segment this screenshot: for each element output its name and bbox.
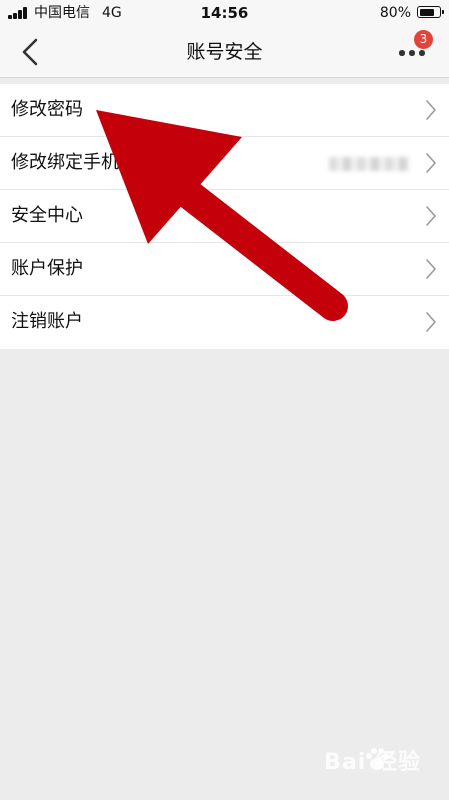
battery-percent: 80% bbox=[379, 5, 411, 21]
chevron-right-icon bbox=[426, 312, 436, 332]
chevron-right-icon bbox=[426, 153, 436, 173]
list-item-security-center[interactable]: 安全中心 bbox=[0, 190, 449, 243]
list-item-label: 安全中心 bbox=[11, 205, 83, 226]
list-item-change-bound-phone[interactable]: 修改绑定手机 bbox=[0, 137, 449, 190]
chevron-right-icon bbox=[426, 206, 436, 226]
watermark: Bai 经验 bbox=[324, 750, 421, 775]
page-title: 账号安全 bbox=[186, 41, 263, 63]
chevron-right-icon bbox=[426, 259, 436, 279]
navigation-bar: 账号安全 3 bbox=[0, 26, 449, 78]
settings-list: 修改密码 修改绑定手机 安全中心 账户保护 注销账户 bbox=[0, 84, 449, 349]
more-button[interactable]: 3 bbox=[399, 30, 433, 66]
app-screen: 中国电信 4G 14:56 80% 账号安全 3 修改密码 修改绑定手机 安全中… bbox=[0, 0, 449, 800]
notification-badge: 3 bbox=[414, 30, 433, 49]
more-icon bbox=[399, 50, 425, 56]
chevron-right-icon bbox=[426, 100, 436, 120]
masked-phone-number bbox=[329, 157, 409, 171]
list-item-label: 账户保护 bbox=[11, 258, 83, 279]
battery-icon bbox=[417, 6, 444, 18]
list-item-label: 修改绑定手机 bbox=[11, 152, 119, 173]
list-item-change-password[interactable]: 修改密码 bbox=[0, 84, 449, 137]
list-item-label: 修改密码 bbox=[11, 99, 83, 120]
list-item-account-protection[interactable]: 账户保护 bbox=[0, 243, 449, 296]
list-item-label: 注销账户 bbox=[11, 311, 83, 332]
status-bar: 中国电信 4G 14:56 80% bbox=[0, 0, 449, 26]
list-item-cancel-account[interactable]: 注销账户 bbox=[0, 296, 449, 349]
